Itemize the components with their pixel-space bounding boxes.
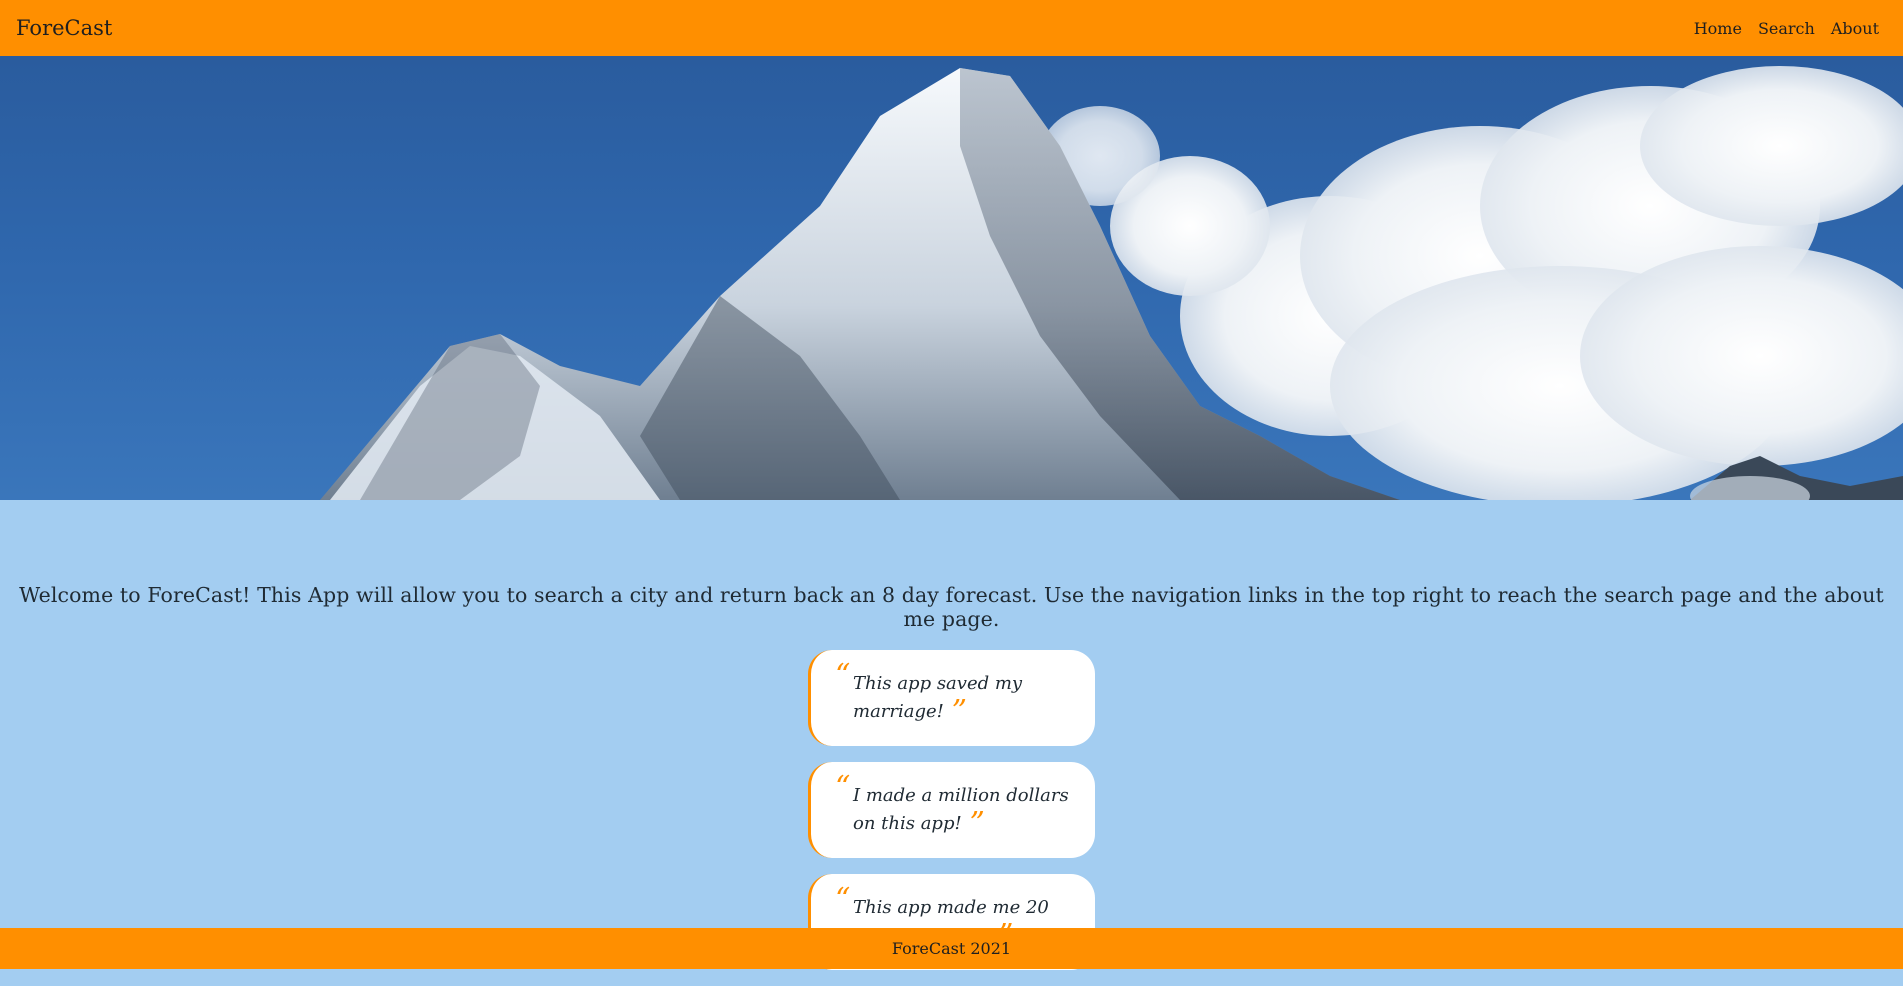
footer-text: ForeCast 2021 [891,939,1012,958]
welcome-message: Welcome to ForeCast! This App will allow… [19,582,1884,631]
quote-close-icon: ” [951,694,967,729]
main-content: Welcome to ForeCast! This App will allow… [0,500,1903,970]
quote-open-icon: “ [835,658,851,693]
nav-link-home[interactable]: Home [1694,19,1742,38]
brand-logo[interactable]: ForeCast [16,16,112,40]
testimonial-text: I made a million dollars on this app! [853,785,1069,834]
page-footer: ForeCast 2021 [0,928,1903,969]
nav-links: Home Search About [1694,19,1879,38]
testimonial-text: This app saved my marriage! [853,673,1023,722]
nav-link-about[interactable]: About [1831,19,1879,38]
quote-open-icon: “ [835,882,851,917]
testimonial-card: “ I made a million dollars on this app! … [808,762,1095,858]
hero-mountain-image [0,56,1903,500]
quote-open-icon: “ [835,770,851,805]
quote-close-icon: ” [969,806,985,841]
mountain-illustration [320,66,1903,500]
top-navbar: ForeCast Home Search About [0,0,1903,56]
testimonial-card: “ This app saved my marriage! ” [808,650,1095,746]
nav-link-search[interactable]: Search [1758,19,1815,38]
